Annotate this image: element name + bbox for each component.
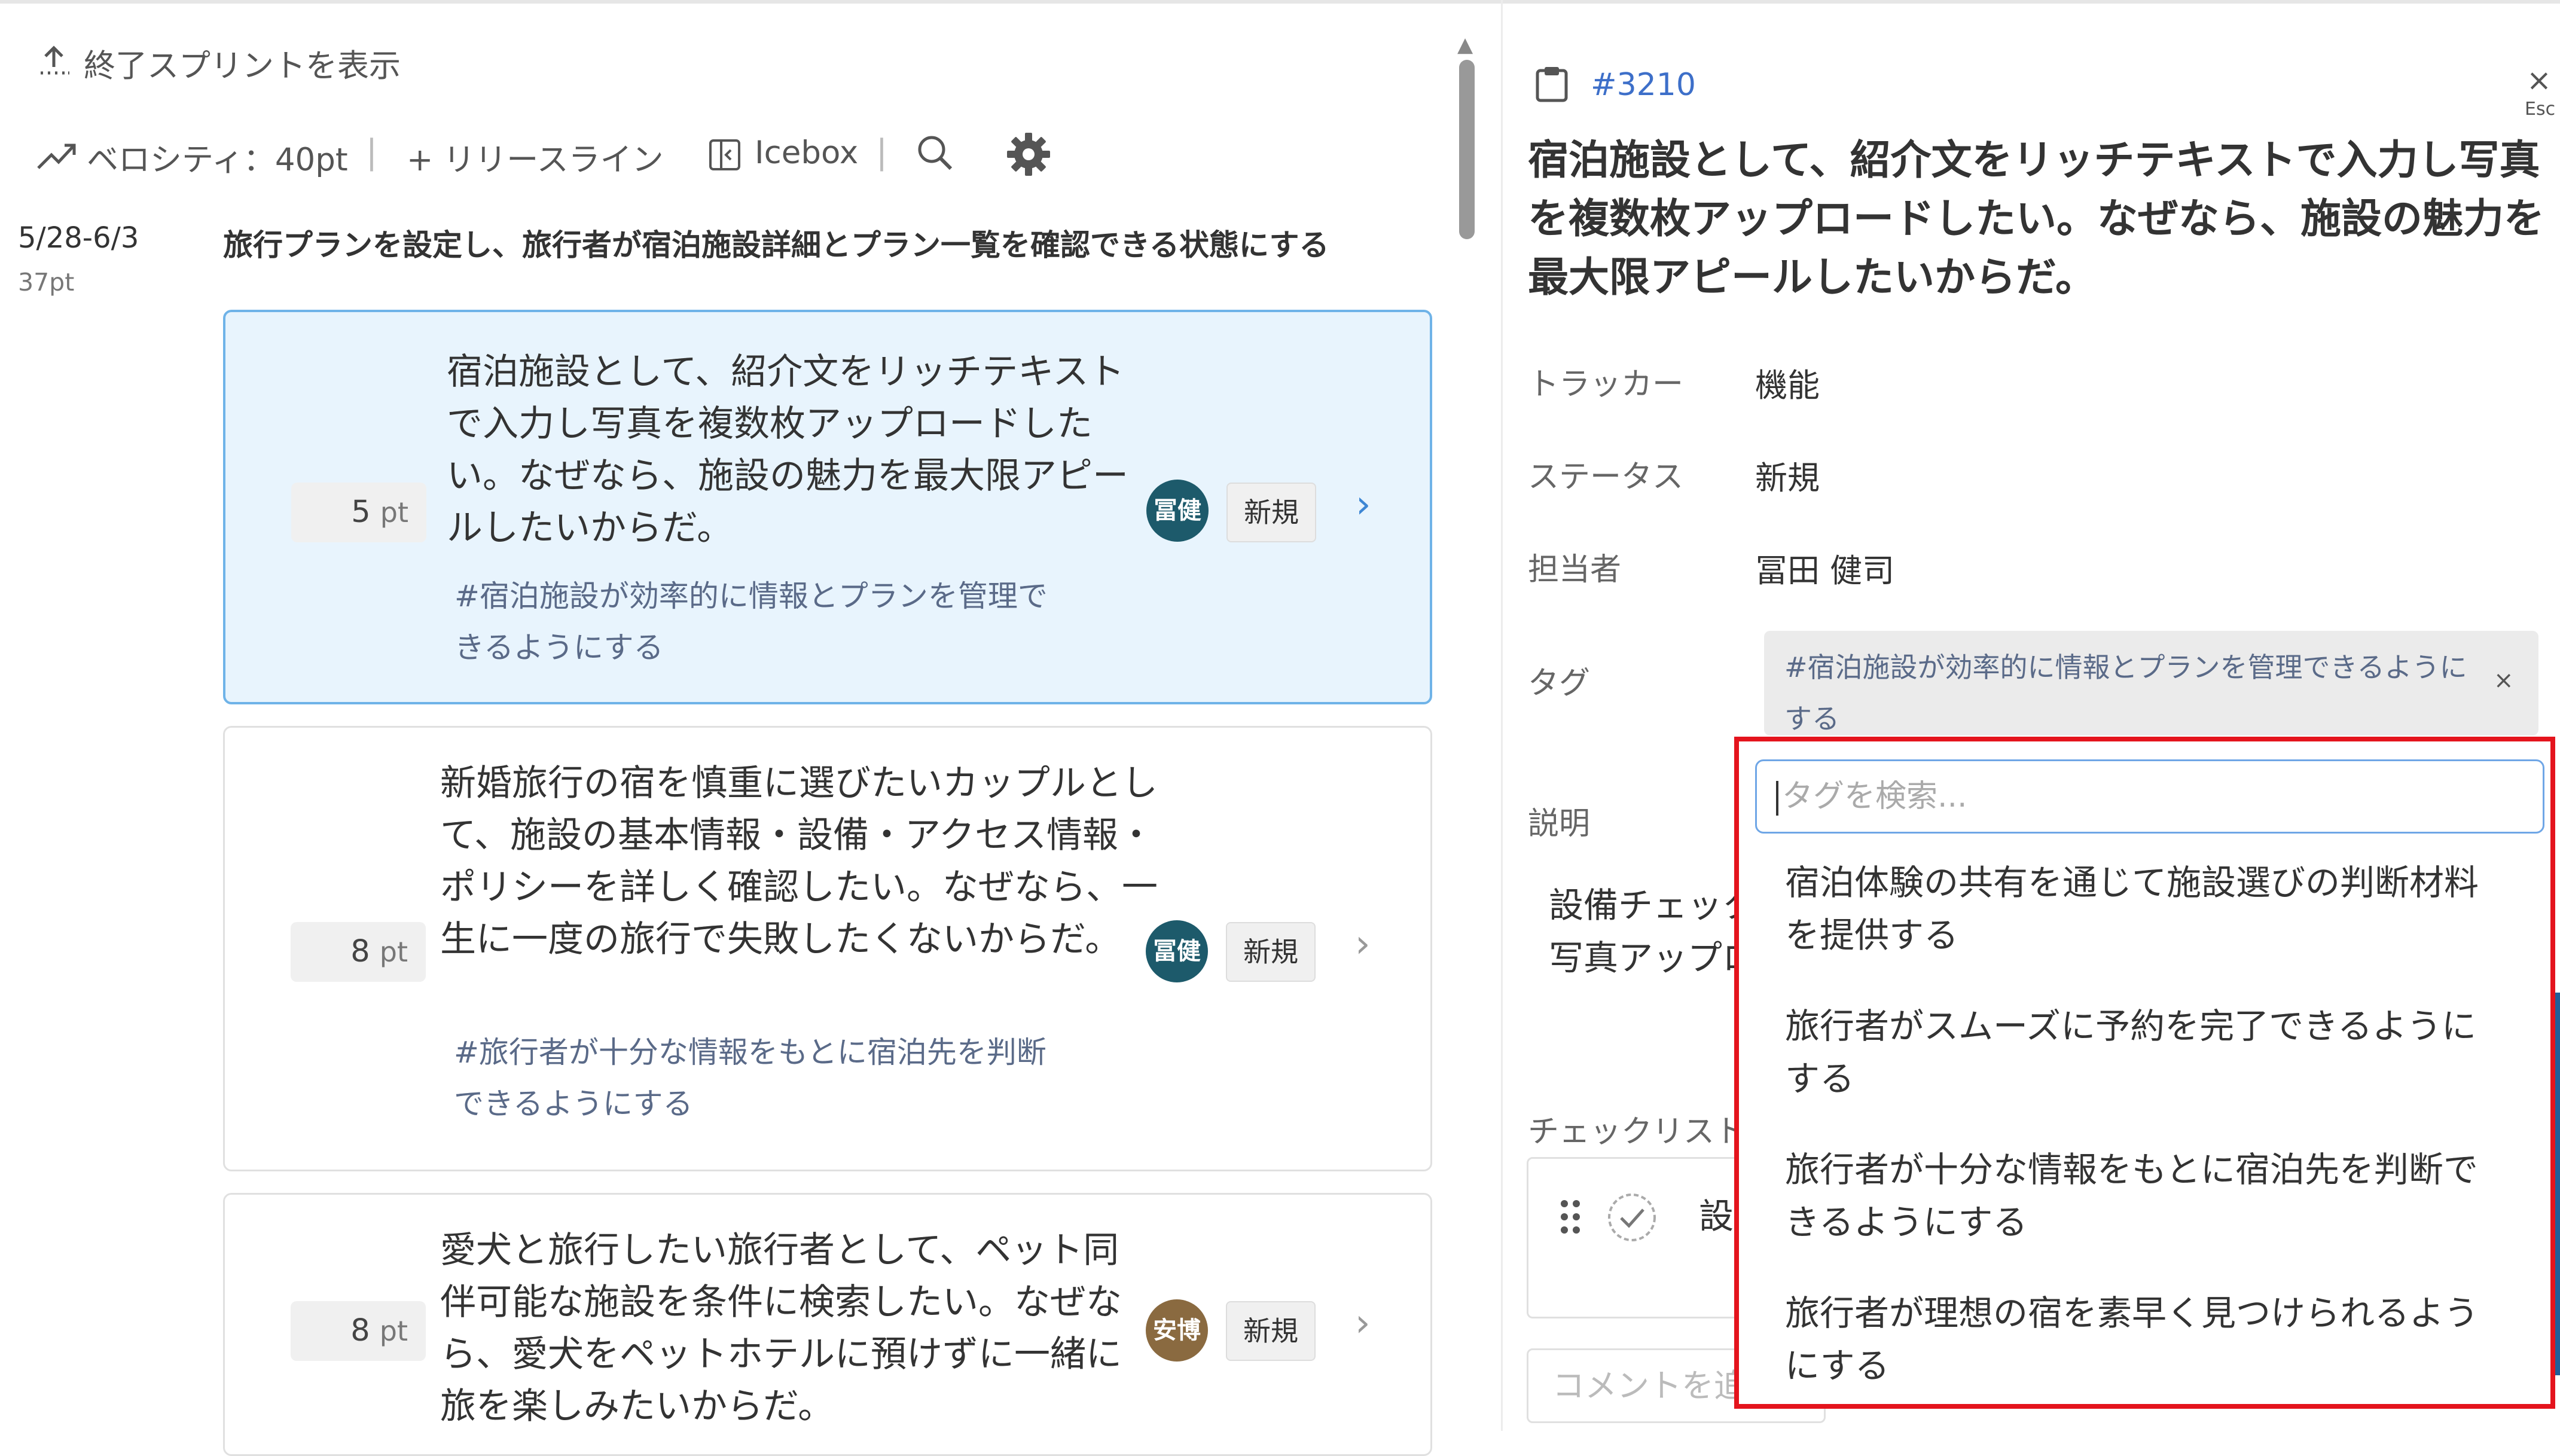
story-points-value: 5	[351, 495, 371, 530]
assignee-value[interactable]: 冨田 健司	[1755, 544, 1894, 591]
chevron-right-icon[interactable]: ›	[1355, 922, 1371, 966]
show-finished-sprints-label: 終了スプリントを表示	[84, 48, 401, 84]
ticket-title: 宿泊施設として、紹介文をリッチテキストで入力し写真を複数枚アップロードしたい。な…	[1528, 137, 2545, 301]
story-card[interactable]: 8 pt 新婚旅行の宿を慎重に選びたいカップルとして、施設の基本情報・設備・アクセ…	[223, 726, 1432, 1171]
story-points: 8 pt	[291, 922, 426, 982]
pane-divider	[1501, 0, 1503, 1431]
tag-option[interactable]: 旅行者がスムーズに予約を完了できるようにする	[1785, 1000, 2503, 1105]
avatar: 安博	[1146, 1299, 1208, 1362]
story-title: 宿泊施設として、紹介文をリッチテキストで入力し写真を複数枚アップロードしたい。な…	[447, 351, 1128, 549]
avatar: 冨健	[1146, 920, 1208, 982]
scrollbar-thumb[interactable]	[1459, 60, 1475, 239]
story-points: 5 pt	[291, 483, 426, 542]
trend-up-icon	[37, 144, 76, 169]
story-points-unit: pt	[379, 936, 408, 968]
story-points-value: 8	[350, 934, 370, 969]
close-icon[interactable]: ×	[2527, 63, 2552, 97]
esc-hint: Esc	[2525, 99, 2556, 120]
status-badge: 新規	[1226, 483, 1316, 542]
gear-icon[interactable]	[1005, 130, 1052, 178]
icebox-icon	[709, 139, 740, 170]
velocity-label: ベロシティ：40pt	[87, 142, 348, 178]
story-points-unit: pt	[380, 496, 408, 529]
upload-icon	[41, 45, 69, 75]
tag-option[interactable]: 宿泊体験の共有を通じて施設選びの判断材料を提供する	[1785, 856, 2503, 961]
tag-label: タグ	[1528, 666, 1591, 701]
icebox-label: Icebox	[755, 135, 859, 171]
toolbar-separator: |	[366, 133, 377, 172]
story-points-value: 8	[350, 1313, 370, 1348]
story-card[interactable]: 8 pt 愛犬と旅行したい旅行者として、ペット同伴可能な施設を条件に検索したい。な…	[223, 1193, 1432, 1456]
checklist-label: チェックリスト	[1528, 1114, 1746, 1150]
story-card[interactable]: 5 pt 宿泊施設として、紹介文をリッチテキストで入力し写真を複数枚アップロードし…	[223, 310, 1432, 704]
tag-remove-icon[interactable]: ×	[2494, 667, 2514, 694]
status-badge: 新規	[1226, 1301, 1316, 1361]
sprint-dates: 5/28-6/3	[18, 221, 139, 255]
search-icon[interactable]	[915, 133, 957, 175]
tag-search-placeholder: タグを検索...	[1782, 779, 1967, 814]
status-badge: 新規	[1226, 922, 1316, 982]
tag-chip: #宿泊施設が効率的に情報とプランを管理できるようにする	[1764, 631, 2538, 735]
avatar: 冨健	[1146, 480, 1209, 542]
text-caret	[1776, 781, 1778, 816]
release-line-button[interactable]: + リリースライン	[407, 135, 664, 180]
story-tag[interactable]: #旅行者が十分な情報をもとに宿泊先を判断できるようにする	[454, 1027, 1076, 1130]
scroll-up-arrow[interactable]: ▲	[1457, 33, 1473, 57]
story-points: 8 pt	[291, 1301, 426, 1361]
chevron-right-icon[interactable]: ›	[1355, 1301, 1371, 1345]
status-label: ステータス	[1528, 459, 1684, 495]
tag-search-input[interactable]: タグを検索...	[1755, 759, 2544, 834]
description-label: 説明	[1528, 806, 1591, 842]
story-tag[interactable]: #宿泊施設が効率的に情報とプランを管理できるようにする	[454, 570, 1076, 673]
tag-option[interactable]: 旅行者が十分な情報をもとに宿泊先を判断できるようにする	[1785, 1143, 2503, 1249]
tag-option[interactable]: 旅行者が理想の宿を素早く見つけられるようにする	[1785, 1287, 2503, 1392]
assignee-label: 担当者	[1528, 552, 1622, 588]
clipboard-icon	[1536, 67, 1568, 102]
drag-handle-icon[interactable]	[1558, 1198, 1582, 1236]
status-value[interactable]: 新規	[1755, 451, 1820, 499]
chevron-right-icon[interactable]: ›	[1356, 483, 1371, 527]
ticket-id-link[interactable]: #3210	[1591, 67, 1696, 103]
check-circle-icon[interactable]	[1606, 1192, 1658, 1243]
toolbar-separator: |	[876, 133, 887, 172]
story-points-unit: pt	[379, 1315, 408, 1347]
story-title: 新婚旅行の宿を慎重に選びたいカップルとして、施設の基本情報・設備・アクセス情報・…	[440, 762, 1158, 960]
tracker-value[interactable]: 機能	[1755, 359, 1820, 406]
story-title: 愛犬と旅行したい旅行者として、ペット同伴可能な施設を条件に検索したい。なぜなら、…	[440, 1229, 1122, 1427]
sprint-goal: 旅行プランを設定し、旅行者が宿泊施設詳細とプラン一覧を確認できる状態にする	[223, 228, 1329, 262]
tracker-label: トラッカー	[1528, 367, 1684, 402]
backlog-pane: 終了スプリントを表示 ベロシティ：40pt | + リリースライン Icebox…	[0, 0, 1501, 1456]
description-line: 写真アップロ	[1549, 938, 1757, 978]
sprint-points: 37pt	[18, 268, 75, 297]
description-line: 設備チェック	[1549, 885, 1757, 926]
